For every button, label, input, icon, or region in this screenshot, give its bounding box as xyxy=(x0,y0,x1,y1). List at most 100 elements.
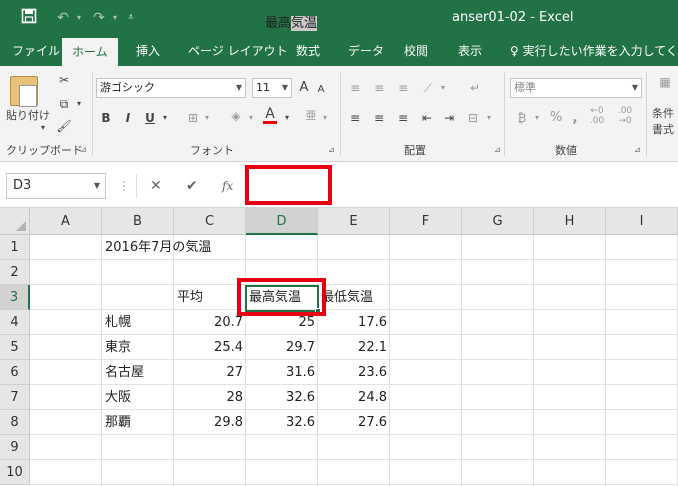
customize-qat-icon[interactable]: ⩡ xyxy=(124,8,138,28)
table-row-max[interactable]: 29.7 xyxy=(246,335,318,360)
underline-dropdown-icon[interactable]: ▾ xyxy=(160,108,170,128)
paste-icon[interactable] xyxy=(10,76,38,107)
alignment-launcher-icon[interactable]: ⊿ xyxy=(494,145,501,154)
column-header-a[interactable]: A xyxy=(30,208,102,235)
format-painter-icon[interactable]: 🖌 xyxy=(54,116,74,136)
borders-icon[interactable]: ⊞ xyxy=(184,108,202,128)
name-box[interactable]: D3 ▼ xyxy=(6,173,106,199)
conditional-format-label-2[interactable]: 書式 xyxy=(652,120,678,140)
tab-file[interactable]: ファイル xyxy=(12,36,60,66)
table-row-min[interactable]: 24.8 xyxy=(318,385,390,410)
table-row-city[interactable]: 札幌 xyxy=(102,310,174,335)
orientation-dropdown-icon[interactable]: ▾ xyxy=(438,78,448,98)
row-header-5[interactable]: 5 xyxy=(0,335,30,360)
formula-content[interactable]: 最高気温 xyxy=(265,14,318,34)
formula-bar-grip-icon[interactable]: ⋮ xyxy=(118,176,130,196)
font-color-dropdown-icon[interactable]: ▾ xyxy=(282,108,292,128)
borders-dropdown-icon[interactable]: ▾ xyxy=(202,108,212,128)
merge-center-icon[interactable]: ⊟ xyxy=(464,108,482,128)
fill-color-dropdown-icon[interactable]: ▾ xyxy=(246,108,256,128)
decrease-decimal-icon[interactable]: .00 →0 xyxy=(614,106,636,126)
conditional-format-icon[interactable]: ▦ xyxy=(652,72,678,92)
align-top-icon[interactable]: ≡ xyxy=(346,78,364,98)
tab-data[interactable]: データ xyxy=(348,36,384,66)
accounting-dropdown-icon[interactable]: ▾ xyxy=(532,108,542,128)
column-header-f[interactable]: F xyxy=(390,208,462,235)
copy-dropdown-icon[interactable]: ▾ xyxy=(74,94,84,114)
column-header-c[interactable]: C xyxy=(174,208,246,235)
column-header-b[interactable]: B xyxy=(102,208,174,235)
enter-icon[interactable]: ✔ xyxy=(186,176,198,196)
font-launcher-icon[interactable]: ⊿ xyxy=(328,145,335,154)
paste-dropdown-icon[interactable]: ▾ xyxy=(38,118,48,138)
increase-indent-icon[interactable]: ⇥ xyxy=(440,108,458,128)
shrink-font-button[interactable]: A xyxy=(314,80,328,100)
orientation-icon[interactable]: ⟋ xyxy=(418,78,438,98)
table-row-avg[interactable]: 25.4 xyxy=(174,335,246,360)
row-header-2[interactable]: 2 xyxy=(0,260,30,285)
table-row-avg[interactable]: 29.8 xyxy=(174,410,246,435)
table-row-max[interactable]: 32.6 xyxy=(246,410,318,435)
save-icon[interactable] xyxy=(18,8,40,28)
table-row-min[interactable]: 22.1 xyxy=(318,335,390,360)
number-format-combo[interactable]: 標準 ▼ xyxy=(510,78,642,98)
column-header-g[interactable]: G xyxy=(462,208,534,235)
grow-font-button[interactable]: A xyxy=(296,78,312,98)
align-middle-icon[interactable]: ≡ xyxy=(370,78,388,98)
tab-view[interactable]: 表示 xyxy=(458,36,482,66)
merge-dropdown-icon[interactable]: ▾ xyxy=(484,108,494,128)
redo-dropdown-icon[interactable]: ▾ xyxy=(110,8,120,28)
table-row-max[interactable]: 31.6 xyxy=(246,360,318,385)
italic-button[interactable]: I xyxy=(120,108,136,128)
row-header-10[interactable]: 10 xyxy=(0,460,30,485)
row-header-7[interactable]: 7 xyxy=(0,385,30,410)
align-center-icon[interactable]: ≡ xyxy=(370,108,388,128)
font-size-combo[interactable]: 11 ▼ xyxy=(252,78,292,98)
accounting-format-icon[interactable]: ₿ xyxy=(512,108,532,128)
row-header-6[interactable]: 6 xyxy=(0,360,30,385)
font-name-combo[interactable]: 游ゴシック ▼ xyxy=(96,78,246,98)
table-row-city[interactable]: 東京 xyxy=(102,335,174,360)
worksheet-grid[interactable]: A B C D E F G H I 1 2 3 4 5 6 7 8 9 10 2… xyxy=(0,208,678,486)
align-right-icon[interactable]: ≡ xyxy=(394,108,412,128)
align-bottom-icon[interactable]: ≡ xyxy=(394,78,412,98)
fill-color-icon[interactable]: ◈ xyxy=(226,106,246,126)
cell-c3-header[interactable]: 平均 xyxy=(174,285,246,310)
underline-button[interactable]: U xyxy=(142,108,158,128)
table-row-min[interactable]: 17.6 xyxy=(318,310,390,335)
cell-b1-title[interactable]: 2016年7月の気温 xyxy=(102,235,214,260)
row-header-4[interactable]: 4 xyxy=(0,310,30,335)
tab-page-layout[interactable]: ページ レイアウト xyxy=(188,36,288,66)
cell-e3-header[interactable]: 最低気温 xyxy=(318,285,390,310)
table-row-min[interactable]: 27.6 xyxy=(318,410,390,435)
increase-decimal-icon[interactable]: ←0.00 xyxy=(586,106,608,126)
row-header-8[interactable]: 8 xyxy=(0,410,30,435)
row-header-9[interactable]: 9 xyxy=(0,435,30,460)
column-header-e[interactable]: E xyxy=(318,208,390,235)
tab-insert[interactable]: 挿入 xyxy=(136,36,160,66)
wrap-text-icon[interactable]: ↵ xyxy=(466,78,484,98)
row-header-3[interactable]: 3 xyxy=(0,285,30,310)
phonetic-dropdown-icon[interactable]: ▾ xyxy=(320,108,330,128)
table-row-min[interactable]: 23.6 xyxy=(318,360,390,385)
number-launcher-icon[interactable]: ⊿ xyxy=(634,145,641,154)
tab-home[interactable]: ホーム xyxy=(62,38,118,66)
table-row-avg[interactable]: 28 xyxy=(174,385,246,410)
decrease-indent-icon[interactable]: ⇤ xyxy=(418,108,436,128)
table-row-city[interactable]: 那覇 xyxy=(102,410,174,435)
phonetic-button[interactable]: 亜 xyxy=(302,106,320,126)
undo-dropdown-icon[interactable]: ▾ xyxy=(74,8,84,28)
table-row-city[interactable]: 大阪 xyxy=(102,385,174,410)
cut-icon[interactable]: ✂ xyxy=(54,70,74,90)
column-header-d[interactable]: D xyxy=(246,208,318,235)
row-header-1[interactable]: 1 xyxy=(0,235,30,260)
column-header-i[interactable]: I xyxy=(606,208,678,235)
insert-function-button[interactable]: fx xyxy=(222,176,233,196)
redo-icon[interactable]: ↷ xyxy=(88,8,110,28)
table-row-avg[interactable]: 27 xyxy=(174,360,246,385)
column-header-h[interactable]: H xyxy=(534,208,606,235)
align-left-icon[interactable]: ≡ xyxy=(346,108,364,128)
cancel-icon[interactable]: ✕ xyxy=(150,176,162,196)
comma-style-button[interactable]: , xyxy=(568,108,582,128)
percent-style-button[interactable]: % xyxy=(548,108,564,128)
